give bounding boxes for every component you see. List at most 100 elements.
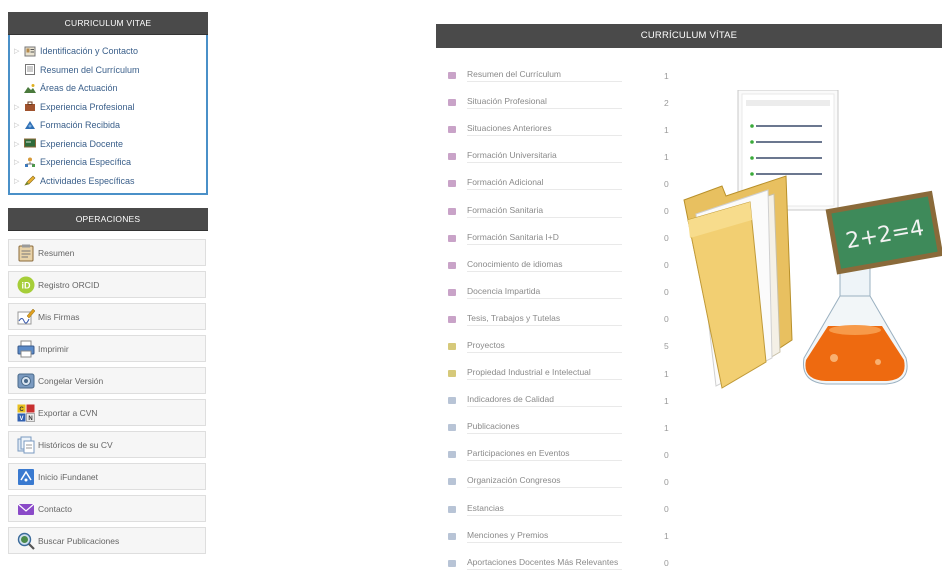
pencil-icon — [24, 175, 36, 186]
cv-sidebar-title: CURRICULUM VITAE — [8, 12, 208, 35]
resumen-button[interactable]: Resumen — [8, 239, 206, 266]
tree-item-actividades[interactable]: ▷ Actividades Específicas — [14, 172, 202, 191]
expand-icon[interactable]: ▷ — [14, 158, 24, 166]
orcid-button[interactable]: iD Registro ORCID — [8, 271, 206, 298]
section-row[interactable]: Resumen del Currículum 1 — [448, 62, 678, 89]
section-count: 0 — [664, 260, 669, 271]
chalkboard-illustration: 2+2=4 — [825, 190, 942, 275]
section-row[interactable]: Formación Adicional 0 — [448, 170, 678, 197]
section-label[interactable]: Situaciones Anteriores — [467, 123, 622, 137]
snapshot-icon — [17, 372, 35, 390]
section-icon — [448, 342, 456, 350]
svg-text:iD: iD — [22, 280, 32, 290]
section-count: 0 — [664, 476, 669, 487]
section-count: 1 — [664, 151, 669, 162]
history-icon — [17, 436, 35, 454]
buscar-publicaciones-button[interactable]: Buscar Publicaciones — [8, 527, 206, 554]
landscape-icon — [24, 83, 36, 93]
congelar-version-button[interactable]: Congelar Versión — [8, 367, 206, 394]
chalkboard-icon — [24, 138, 36, 149]
section-row[interactable]: Publicaciones 1 — [448, 414, 678, 441]
section-row[interactable]: Formación Sanitaria 0 — [448, 197, 678, 224]
briefcase-icon — [24, 101, 36, 112]
tree-item-formacion[interactable]: ▷ Formación Recibida — [14, 116, 202, 135]
section-icon — [448, 559, 456, 567]
section-label[interactable]: Resumen del Currículum — [467, 69, 622, 83]
expand-icon[interactable]: ▷ — [14, 103, 24, 111]
section-row[interactable]: Propiedad Industrial e Intelectual 1 — [448, 360, 678, 387]
section-label[interactable]: Aportaciones Docentes Más Relevantes — [467, 557, 622, 570]
section-row[interactable]: Aportaciones Docentes Más Relevantes 0 — [448, 550, 678, 577]
operations-title: OPERACIONES — [8, 208, 208, 231]
mis-firmas-button[interactable]: Mis Firmas — [8, 303, 206, 330]
section-label[interactable]: Formación Universitaria — [467, 150, 622, 164]
section-count: 0 — [664, 558, 669, 569]
section-count: 1 — [664, 368, 669, 379]
main-title: CURRÍCULUM VÍTAE — [436, 24, 942, 48]
section-count: 1 — [664, 395, 669, 406]
tree-item-resumen[interactable]: Resumen del Currículum — [14, 61, 202, 80]
contacto-button[interactable]: Contacto — [8, 495, 206, 522]
tree-item-experiencia-profesional[interactable]: ▷ Experiencia Profesional — [14, 98, 202, 117]
section-label[interactable]: Formación Sanitaria I+D — [467, 232, 622, 245]
section-count: 0 — [664, 504, 669, 515]
section-label[interactable]: Formación Sanitaria — [467, 205, 622, 218]
svg-text:V: V — [19, 416, 23, 422]
tree-item-areas[interactable]: Áreas de Actuación — [14, 79, 202, 98]
section-label[interactable]: Propiedad Industrial e Intelectual — [467, 367, 622, 381]
signature-icon — [17, 308, 35, 326]
historicos-button[interactable]: Históricos de su CV — [8, 431, 206, 458]
section-count: 5 — [664, 341, 669, 352]
section-row[interactable]: Docencia Impartida 0 — [448, 279, 678, 306]
section-count: 1 — [664, 422, 669, 433]
section-label[interactable]: Organización Congresos — [467, 475, 622, 489]
section-icon — [448, 505, 456, 513]
section-row[interactable]: Formación Universitaria 1 — [448, 143, 678, 170]
expand-icon[interactable]: ▷ — [14, 121, 24, 129]
section-row[interactable]: Indicadores de Calidad 1 — [448, 387, 678, 414]
section-row[interactable]: Conocimiento de idiomas 0 — [448, 252, 678, 279]
section-icon — [448, 397, 456, 405]
expand-icon[interactable]: ▷ — [14, 140, 24, 148]
user-tree-icon — [24, 157, 36, 167]
section-row[interactable]: Proyectos 5 — [448, 333, 678, 360]
section-row[interactable]: Formación Sanitaria I+D 0 — [448, 225, 678, 252]
section-label[interactable]: Docencia Impartida — [467, 286, 622, 299]
section-label[interactable]: Situación Profesional — [467, 96, 622, 110]
imprimir-button[interactable]: Imprimir — [8, 335, 206, 362]
section-count: 0 — [664, 178, 669, 189]
section-label[interactable]: Participaciones en Eventos — [467, 448, 622, 462]
section-icon — [448, 532, 456, 540]
inicio-ifundanet-button[interactable]: Inicio iFundanet — [8, 463, 206, 490]
section-label[interactable]: Menciones y Premios — [467, 530, 622, 543]
section-row[interactable]: Menciones y Premios 1 — [448, 523, 678, 550]
section-icon — [448, 153, 456, 161]
section-count: 1 — [664, 124, 669, 135]
section-icon — [448, 478, 456, 486]
tree-item-experiencia-especifica[interactable]: ▷ Experiencia Específica — [14, 153, 202, 172]
section-label[interactable]: Conocimiento de idiomas — [467, 259, 622, 272]
cv-summary-panel: CURRÍCULUM VÍTAE Resumen del Currículum 1… — [436, 24, 942, 570]
section-icon — [448, 99, 456, 107]
section-count: 0 — [664, 314, 669, 325]
clipboard-icon — [17, 244, 35, 262]
section-count: 2 — [664, 97, 669, 108]
section-label[interactable]: Indicadores de Calidad — [467, 394, 622, 408]
tree-item-experiencia-docente[interactable]: ▷ Experiencia Docente — [14, 135, 202, 154]
section-label[interactable]: Tesis, Trabajos y Tutelas — [467, 313, 622, 326]
expand-icon[interactable]: ▷ — [14, 47, 24, 55]
section-row[interactable]: Estancias 0 — [448, 496, 678, 523]
section-label[interactable]: Proyectos — [467, 340, 622, 353]
tree-item-identificacion[interactable]: ▷ Identificación y Contacto — [14, 42, 202, 61]
section-row[interactable]: Participaciones en Eventos 0 — [448, 441, 678, 468]
section-row[interactable]: Organización Congresos 0 — [448, 468, 678, 495]
section-row[interactable]: Situaciones Anteriores 1 — [448, 116, 678, 143]
section-row[interactable]: Tesis, Trabajos y Tutelas 0 — [448, 306, 678, 333]
expand-icon[interactable]: ▷ — [14, 177, 24, 185]
section-icon — [448, 315, 456, 323]
section-label[interactable]: Estancias — [467, 503, 622, 516]
section-row[interactable]: Situación Profesional 2 — [448, 89, 678, 116]
section-label[interactable]: Formación Adicional — [467, 177, 622, 191]
exportar-cvn-button[interactable]: CVN Exportar a CVN — [8, 399, 206, 426]
section-label[interactable]: Publicaciones — [467, 421, 622, 435]
